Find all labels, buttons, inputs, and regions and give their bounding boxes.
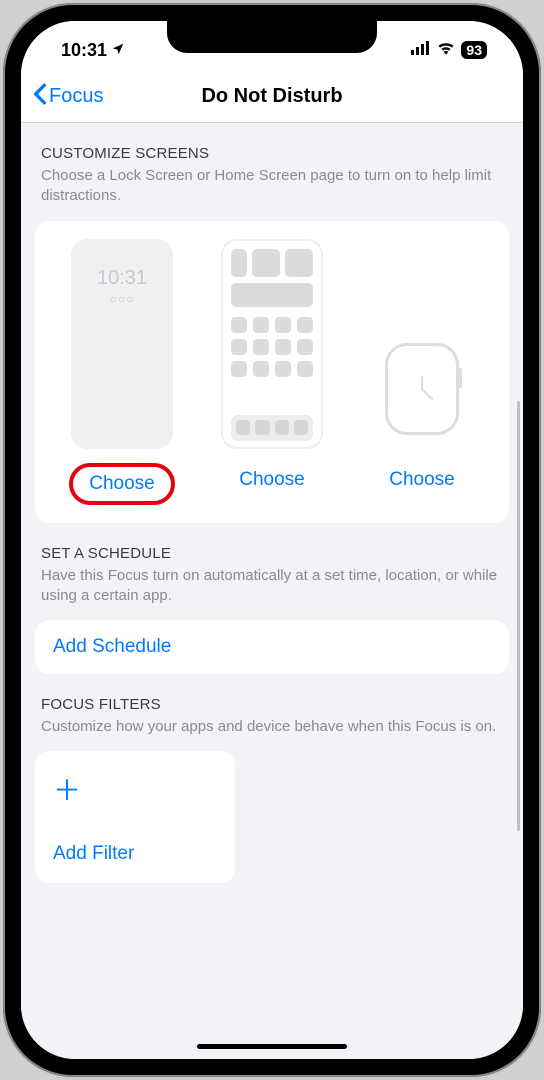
wifi-icon <box>437 41 455 60</box>
choose-lock-button[interactable]: Choose <box>69 463 175 505</box>
home-screen-choice: Choose <box>203 239 341 505</box>
screen: 10:31 93 Focus D <box>21 21 523 1059</box>
lock-preview-dots: ○○○ <box>110 292 135 306</box>
cellular-icon <box>411 41 431 60</box>
watch-choice: Choose <box>353 239 491 505</box>
schedule-desc: Have this Focus turn on automatically at… <box>41 566 503 607</box>
filters-desc: Customize how your apps and device behav… <box>41 717 503 737</box>
scroll-indicator[interactable] <box>517 401 520 831</box>
schedule-header: SET A SCHEDULE Have this Focus turn on a… <box>21 523 523 611</box>
customize-title: CUSTOMIZE SCREENS <box>41 145 503 162</box>
location-icon <box>111 40 125 61</box>
lock-preview-time: 10:31 <box>97 267 147 290</box>
home-indicator[interactable] <box>197 1044 347 1049</box>
choose-home-button[interactable]: Choose <box>223 463 321 497</box>
status-time-area: 10:31 <box>49 40 125 61</box>
customize-desc: Choose a Lock Screen or Home Screen page… <box>41 166 503 207</box>
customize-header: CUSTOMIZE SCREENS Choose a Lock Screen o… <box>21 123 523 211</box>
add-filter-label: Add Filter <box>53 843 217 865</box>
plus-icon: ＋ <box>53 769 217 809</box>
add-filter-card[interactable]: ＋ Add Filter <box>35 751 235 883</box>
back-button[interactable]: Focus <box>33 83 103 111</box>
phone-frame: 10:31 93 Focus D <box>3 3 541 1077</box>
filters-header: FOCUS FILTERS Customize how your apps an… <box>21 674 523 741</box>
notch <box>167 21 377 53</box>
lock-screen-choice: 10:31 ○○○ Choose <box>53 239 191 505</box>
nav-bar: Focus Do Not Disturb <box>21 71 523 123</box>
lock-screen-preview[interactable]: 10:31 ○○○ <box>71 239 173 449</box>
status-right: 93 <box>411 41 495 60</box>
schedule-title: SET A SCHEDULE <box>41 545 503 562</box>
chevron-left-icon <box>33 83 47 111</box>
home-screen-preview[interactable] <box>221 239 323 449</box>
battery-badge: 93 <box>461 41 487 59</box>
status-time: 10:31 <box>61 40 107 61</box>
filters-title: FOCUS FILTERS <box>41 696 503 713</box>
watch-hands-icon <box>402 369 442 409</box>
back-label: Focus <box>49 85 103 108</box>
add-schedule-button[interactable]: Add Schedule <box>35 620 509 674</box>
customize-screens-card: 10:31 ○○○ Choose <box>35 221 509 523</box>
watch-preview[interactable] <box>371 329 473 449</box>
content-scroll[interactable]: CUSTOMIZE SCREENS Choose a Lock Screen o… <box>21 123 523 1059</box>
choose-watch-button[interactable]: Choose <box>373 463 471 497</box>
